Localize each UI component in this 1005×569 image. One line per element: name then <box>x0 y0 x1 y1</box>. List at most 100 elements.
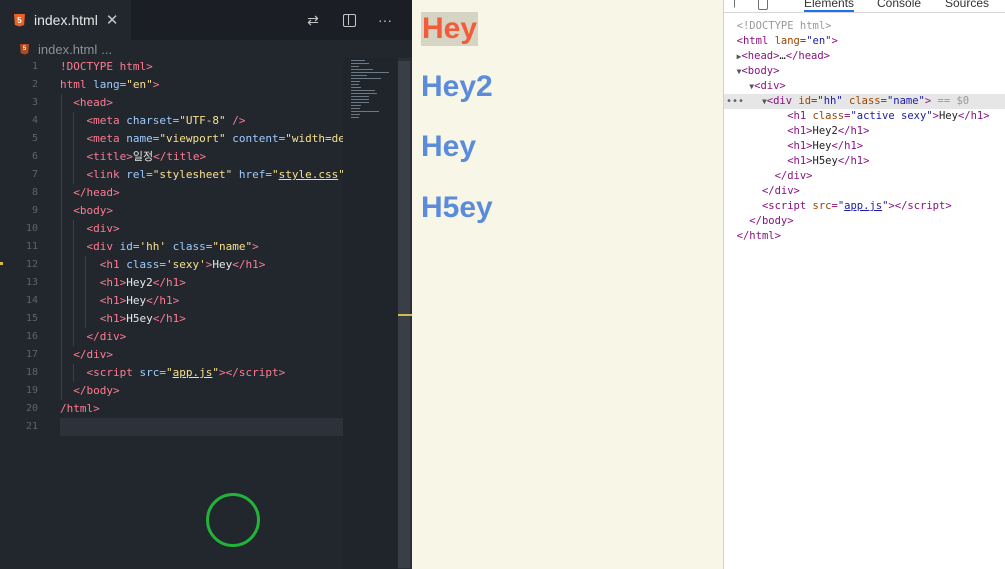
html5-icon: 5 <box>14 13 25 27</box>
code-link[interactable]: app.js <box>173 366 213 379</box>
code-line-active[interactable] <box>60 418 343 436</box>
code-token: Hey2 <box>126 276 153 289</box>
code-line[interactable]: /html> <box>60 400 343 418</box>
dom-node[interactable]: <!DOCTYPE html> <box>724 19 1005 34</box>
line-number: 6 <box>31 151 38 162</box>
line-number: 19 <box>25 385 38 396</box>
code-line[interactable]: </div> <box>60 328 343 346</box>
devtools-panel: Elements Console Sources <!DOCTYPE html>… <box>723 0 1005 569</box>
line-number: 20 <box>25 403 38 414</box>
code-token: 'sexy' <box>166 258 206 271</box>
code-line[interactable]: <meta name="viewport" content="width=dev… <box>60 130 343 148</box>
line-number: 15 <box>25 313 38 324</box>
dom-node[interactable]: <script src="app.js"></script> <box>724 199 1005 214</box>
code-token: Hey <box>212 258 233 271</box>
editor-actions: ⇄ ··· <box>304 0 394 40</box>
script-src-link[interactable]: app.js <box>844 200 882 212</box>
page-preview: Hey Hey2 Hey H5ey <box>412 0 723 569</box>
code-line[interactable]: html lang="en"> <box>60 76 343 94</box>
line-number: 2 <box>31 79 38 90</box>
code-line[interactable]: </body> <box>60 382 343 400</box>
code-line[interactable]: <div> <box>60 220 343 238</box>
tab-elements[interactable]: Elements <box>804 0 855 12</box>
line-number: 12 <box>25 259 38 270</box>
code-line[interactable]: <body> <box>60 202 343 220</box>
line-number: 11 <box>25 241 38 252</box>
minimap[interactable] <box>343 58 398 569</box>
code-line[interactable]: <link rel="stylesheet" href="style.css" … <box>60 166 343 184</box>
preview-heading-active: Hey <box>421 12 479 46</box>
code-line[interactable]: <script src="app.js"></script> <box>60 364 343 382</box>
code-line[interactable]: !DOCTYPE html> <box>60 58 343 76</box>
dom-node[interactable]: ▼<body> <box>724 64 1005 79</box>
breadcrumb-file[interactable]: index.html <box>38 42 97 57</box>
dom-node[interactable]: <h1 class="active sexy">Hey</h1> <box>724 109 1005 124</box>
close-icon[interactable]: ✕ <box>106 11 119 29</box>
code-token: html <box>60 78 87 91</box>
compare-changes-icon[interactable]: ⇄ <box>304 11 322 29</box>
more-actions-icon[interactable]: ··· <box>376 11 394 29</box>
dom-node[interactable]: <h1>Hey</h1> <box>724 139 1005 154</box>
code-line[interactable]: <h1>Hey2</h1> <box>60 274 343 292</box>
gutter-marker <box>0 262 3 265</box>
code-link[interactable]: style.css <box>279 168 339 181</box>
line-number-gutter: 1 2 3 4 5 6 7 8 9 10 11 12 13 14 15 16 1… <box>0 58 48 436</box>
breadcrumb-more[interactable]: ... <box>101 42 112 57</box>
dom-node[interactable]: </body> <box>724 214 1005 229</box>
scrollbar-marker <box>398 314 412 316</box>
code-line[interactable]: </div> <box>60 346 343 364</box>
code-token: H5ey <box>126 312 153 325</box>
code-line[interactable]: <h1 class='sexy'>Hey</h1> <box>60 256 343 274</box>
dom-node[interactable]: ▼<div> <box>724 79 1005 94</box>
dom-node[interactable]: <html lang="en"> <box>724 34 1005 49</box>
line-number: 9 <box>31 205 38 216</box>
editor-tab-bar: 5 index.html ✕ ⇄ ··· <box>0 0 412 40</box>
tab-label: index.html <box>34 12 98 28</box>
preview-heading: Hey2 <box>421 70 493 103</box>
line-number: 17 <box>25 349 38 360</box>
line-number: 7 <box>31 169 38 180</box>
dom-node[interactable]: </div> <box>724 184 1005 199</box>
dom-node[interactable]: </div> <box>724 169 1005 184</box>
code-editor[interactable]: 5 index.html ✕ ⇄ ··· 5 index.html ... 1 … <box>0 0 412 569</box>
code-token: !DOCTYPE html> <box>60 60 153 73</box>
code-token: "en" <box>126 78 153 91</box>
preview-heading: H5ey <box>421 191 493 224</box>
dom-node-selected[interactable]: ••• ▼<div id="hh" class="name"> == $0 <box>724 94 1005 109</box>
html5-icon: 5 <box>20 43 29 55</box>
line-number: 1 <box>31 61 38 72</box>
loading-spinner-icon <box>206 493 260 547</box>
split-editor-icon[interactable] <box>340 11 358 29</box>
tab-sources[interactable]: Sources <box>945 0 989 10</box>
line-number: 5 <box>31 133 38 144</box>
line-number: 18 <box>25 367 38 378</box>
code-line[interactable]: <h1>H5ey</h1> <box>60 310 343 328</box>
dom-node[interactable]: ▶<head>…</head> <box>724 49 1005 64</box>
line-number: 3 <box>31 97 38 108</box>
tab-index-html[interactable]: 5 index.html ✕ <box>0 0 131 40</box>
dom-tree[interactable]: <!DOCTYPE html> <html lang="en"> ▶<head>… <box>724 19 1005 244</box>
dom-node[interactable]: <h1>H5ey</h1> <box>724 154 1005 169</box>
devtools-tab-bar: Elements Console Sources <box>724 0 1005 13</box>
breadcrumb: 5 index.html ... <box>0 40 412 58</box>
line-number: 21 <box>25 421 38 432</box>
code-token: Hey <box>126 294 147 307</box>
code-area[interactable]: !DOCTYPE html> html lang="en"> <head> <m… <box>60 58 343 436</box>
line-number: 16 <box>25 331 38 342</box>
code-line[interactable]: <h1>Hey</h1> <box>60 292 343 310</box>
dom-node[interactable]: <h1>Hey2</h1> <box>724 124 1005 139</box>
dom-node[interactable]: </html> <box>724 229 1005 244</box>
device-toolbar-icon[interactable] <box>758 0 768 10</box>
tab-console[interactable]: Console <box>877 0 921 10</box>
code-token: lang= <box>86 78 127 91</box>
line-number: 10 <box>25 223 38 234</box>
code-line[interactable]: <head> <box>60 94 343 112</box>
inspect-element-icon[interactable] <box>734 0 745 8</box>
editor-scrollbar[interactable] <box>398 58 412 569</box>
code-line[interactable]: <title>일정</title> <box>60 148 343 166</box>
code-line[interactable]: <div id='hh' class="name"> <box>60 238 343 256</box>
line-number: 14 <box>25 295 38 306</box>
code-line[interactable]: <meta charset="UTF-8" /> <box>60 112 343 130</box>
preview-heading: Hey <box>421 130 477 163</box>
code-line[interactable]: </head> <box>60 184 343 202</box>
